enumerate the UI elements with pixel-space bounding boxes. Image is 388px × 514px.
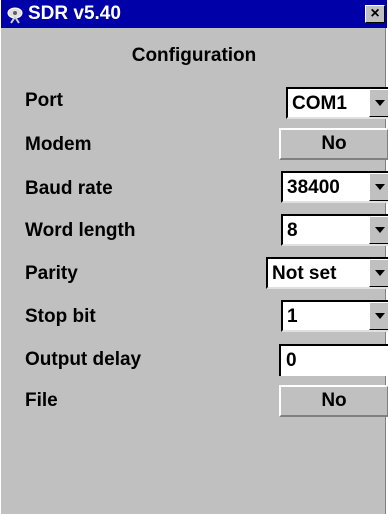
parity-dropdown-button[interactable]: [369, 259, 388, 287]
parity-select[interactable]: Not set: [266, 257, 388, 289]
baud-rate-select[interactable]: 38400: [281, 171, 388, 203]
baud-rate-dropdown-button[interactable]: [369, 173, 388, 201]
window-title: SDR v5.40: [28, 3, 121, 24]
app-icon: [7, 7, 23, 24]
chevron-down-icon: [375, 184, 385, 190]
port-label: Port: [25, 90, 63, 111]
parity-label: Parity: [25, 263, 78, 284]
output-delay-value: 0: [286, 350, 297, 371]
word-length-label: Word length: [25, 220, 136, 241]
stop-bit-value: 1: [287, 306, 298, 327]
stop-bit-select[interactable]: 1: [281, 300, 388, 332]
stop-bit-dropdown-button[interactable]: [369, 302, 388, 330]
chevron-down-icon: [375, 270, 385, 276]
output-delay-label: Output delay: [25, 349, 142, 370]
port-dropdown-button[interactable]: [369, 89, 388, 117]
file-button[interactable]: No: [279, 385, 388, 417]
chevron-down-icon: [375, 313, 385, 319]
baud-rate-label: Baud rate: [25, 178, 113, 199]
word-length-select[interactable]: 8: [281, 214, 388, 246]
output-delay-input[interactable]: 0: [279, 344, 388, 376]
port-value: COM1: [292, 93, 347, 114]
config-window: SDR v5.40 × Configuration Port COM1 Mode…: [0, 0, 388, 514]
modem-label: Modem: [25, 134, 92, 155]
chevron-down-icon: [375, 227, 385, 233]
port-select[interactable]: COM1: [286, 87, 388, 119]
modem-button[interactable]: No: [279, 128, 388, 160]
title-bar[interactable]: SDR v5.40 ×: [1, 0, 387, 28]
chevron-down-icon: [375, 100, 385, 106]
baud-rate-value: 38400: [287, 177, 340, 198]
close-button[interactable]: ×: [365, 5, 385, 23]
file-label: File: [25, 390, 58, 411]
word-length-dropdown-button[interactable]: [369, 216, 388, 244]
word-length-value: 8: [287, 220, 298, 241]
parity-value: Not set: [272, 263, 337, 284]
stop-bit-label: Stop bit: [25, 306, 96, 327]
page-title: Configuration: [131, 45, 257, 66]
